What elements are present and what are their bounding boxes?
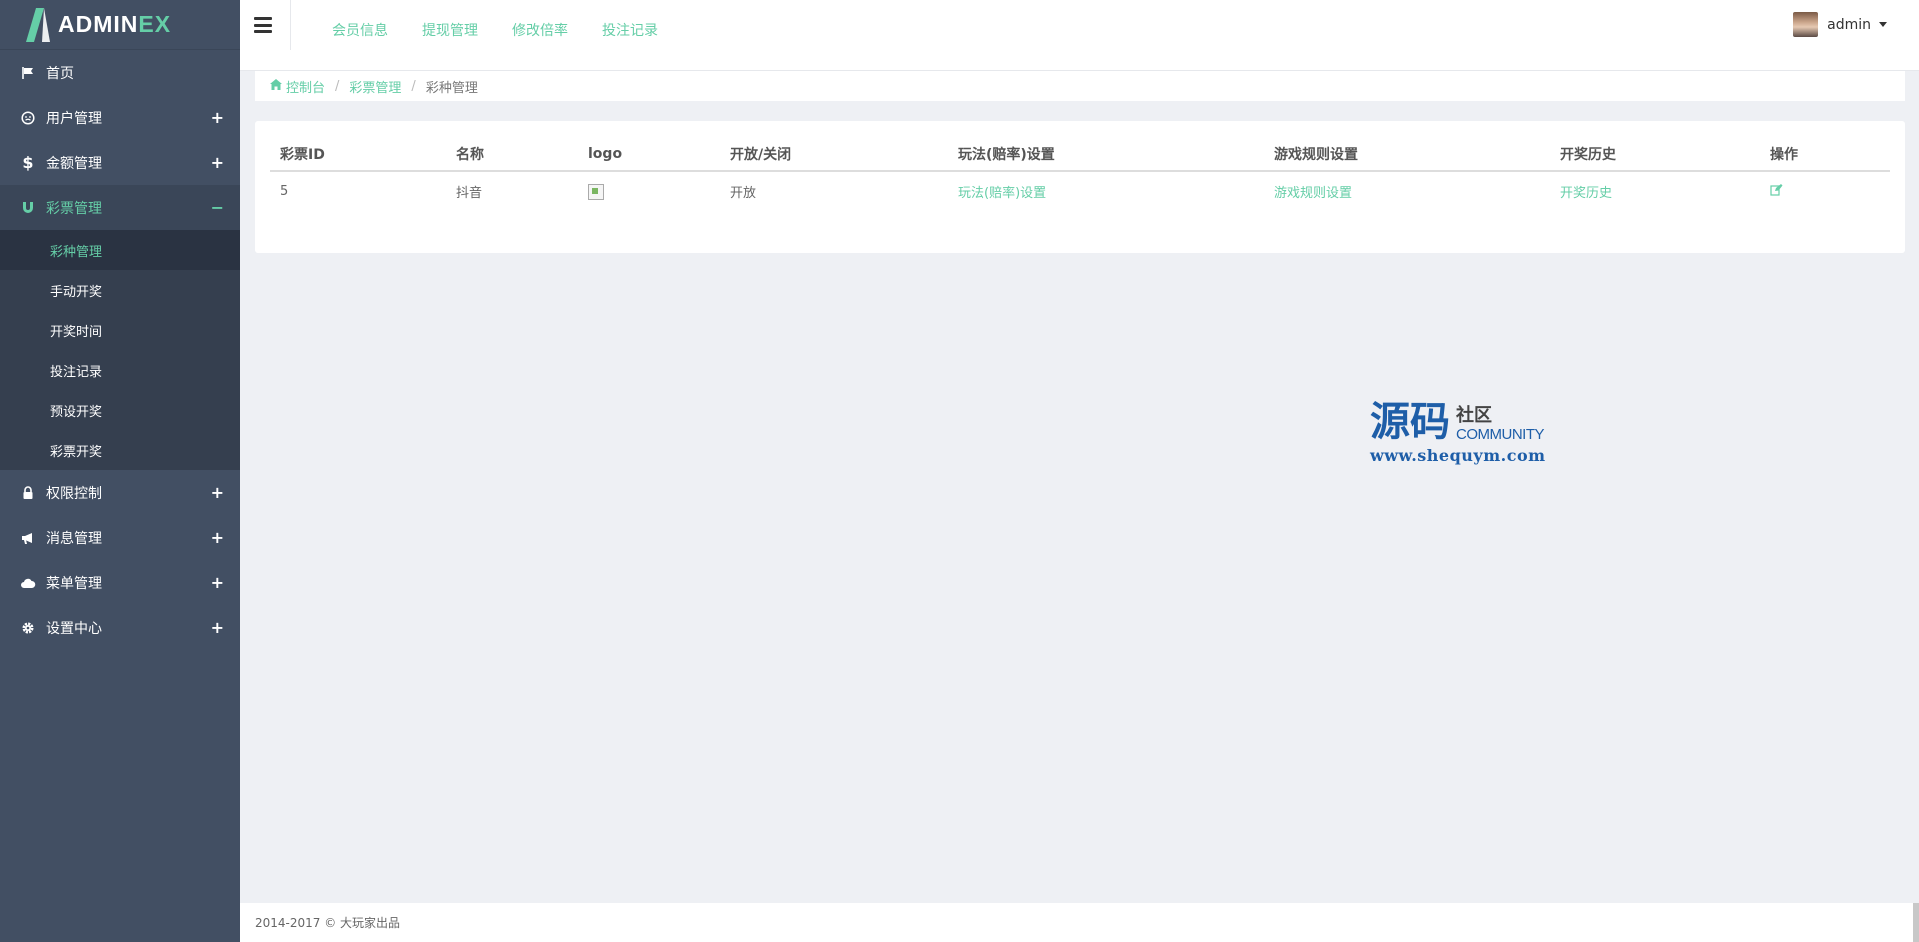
sidebar: ADMINEX 首页 用户管理 + $ 金额管理 + 彩票管理 − 彩种管理 手… [0, 0, 240, 942]
top-menu: 会员信息 提现管理 修改倍率 投注记录 [332, 20, 658, 40]
sidebar-item-lottery[interactable]: 彩票管理 − [0, 185, 240, 230]
cell-id: 5 [280, 184, 289, 199]
column-header-history: 开奖历史 [1550, 137, 1760, 172]
watermark-community: COMMUNITY [1456, 426, 1545, 443]
sidebar-item-users[interactable]: 用户管理 + [0, 95, 240, 140]
submenu-item-lottery-types[interactable]: 彩种管理 [0, 230, 240, 270]
top-header: 会员信息 提现管理 修改倍率 投注记录 admin [240, 0, 1919, 71]
broken-image-icon [588, 183, 604, 200]
bullhorn-icon [20, 530, 36, 546]
footer: 2014-2017 © 大玩家出品 [240, 903, 1919, 942]
scrollbar[interactable] [1913, 903, 1919, 942]
edit-icon[interactable] [1770, 184, 1783, 200]
cell-logo [578, 171, 720, 211]
user-menu[interactable]: admin [1793, 12, 1887, 37]
column-header-logo: logo [578, 137, 720, 172]
cell-status: 开放 [730, 186, 757, 201]
expand-icon: + [210, 108, 224, 127]
sidebar-item-messages[interactable]: 消息管理 + [0, 515, 240, 560]
sidebar-item-menus[interactable]: 菜单管理 + [0, 560, 240, 605]
expand-icon: + [210, 573, 224, 592]
breadcrumb-separator: / [335, 78, 340, 94]
breadcrumb-current: 彩种管理 [425, 80, 478, 96]
lock-icon [20, 485, 36, 501]
watermark-small-text: 社区 [1456, 405, 1492, 426]
lottery-table: 彩票ID 名称 logo 开放/关闭 玩法(赔率)设置 游戏规则设置 开奖历史 … [270, 137, 1890, 211]
odds-settings-link[interactable]: 玩法(赔率)设置 [958, 186, 1046, 201]
submenu-item-bet-records[interactable]: 投注记录 [0, 350, 240, 390]
header-divider [290, 0, 291, 50]
submenu-item-draw-time[interactable]: 开奖时间 [0, 310, 240, 350]
cell-rules: 游戏规则设置 [1264, 171, 1550, 211]
column-header-id: 彩票ID [270, 137, 446, 172]
expand-icon: + [210, 153, 224, 172]
top-menu-bet-records[interactable]: 投注记录 [602, 20, 658, 40]
lottery-table-panel: 彩票ID 名称 logo 开放/关闭 玩法(赔率)设置 游戏规则设置 开奖历史 … [255, 121, 1905, 253]
column-header-odds: 玩法(赔率)设置 [948, 137, 1264, 172]
table-header-row: 彩票ID 名称 logo 开放/关闭 玩法(赔率)设置 游戏规则设置 开奖历史 … [270, 137, 1890, 172]
watermark-url: www.shequym.com [1370, 446, 1546, 465]
breadcrumb-section[interactable]: 彩票管理 [349, 77, 401, 96]
breadcrumb-separator: / [411, 78, 416, 94]
cell-name: 抖音 [456, 186, 483, 201]
column-header-name: 名称 [446, 137, 578, 172]
sidebar-item-settings[interactable]: 设置中心 + [0, 605, 240, 650]
chevron-down-icon [1879, 22, 1887, 27]
rules-settings-link[interactable]: 游戏规则设置 [1274, 186, 1352, 201]
sidebar-nav: 首页 用户管理 + $ 金额管理 + 彩票管理 − [0, 50, 240, 230]
submenu-item-lottery-draw[interactable]: 彩票开奖 [0, 430, 240, 470]
table-row: 5 抖音 开放 玩法(赔率)设置 游戏规则设置 开奖历史 [270, 171, 1890, 211]
breadcrumb-home[interactable]: 控制台 [286, 77, 325, 96]
draw-history-link[interactable]: 开奖历史 [1560, 186, 1612, 201]
top-menu-withdraw[interactable]: 提现管理 [422, 20, 478, 40]
gear-icon [20, 620, 36, 636]
brand-name: ADMINEX [58, 11, 172, 37]
column-header-status: 开放/关闭 [720, 137, 948, 172]
sidebar-item-home[interactable]: 首页 [0, 50, 240, 95]
home-icon [270, 79, 282, 93]
user-name: admin [1827, 16, 1871, 33]
cloud-icon [20, 575, 36, 591]
dollar-icon: $ [22, 153, 34, 172]
sidebar-item-money[interactable]: $ 金额管理 + [0, 140, 240, 185]
magnet-icon [20, 200, 36, 216]
top-menu-change-rate[interactable]: 修改倍率 [512, 20, 568, 40]
watermark: 源码 社区 COMMUNITY www.shequym.com [1370, 398, 1590, 466]
expand-icon: + [210, 528, 224, 547]
watermark-big-text: 源码 [1370, 398, 1450, 445]
flag-icon [20, 65, 36, 81]
column-header-actions: 操作 [1760, 137, 1890, 172]
sidebar-item-permissions[interactable]: 权限控制 + [0, 470, 240, 515]
sidebar-nav-lower: 权限控制 + 消息管理 + 菜单管理 + 设置中心 + [0, 470, 240, 650]
logo[interactable]: ADMINEX [0, 0, 240, 50]
cell-odds: 玩法(赔率)设置 [948, 171, 1264, 211]
avatar [1793, 12, 1819, 37]
hamburger-menu-icon[interactable] [254, 17, 272, 33]
lottery-submenu: 彩种管理 手动开奖 开奖时间 投注记录 预设开奖 彩票开奖 [0, 230, 240, 470]
logo-icon [26, 7, 50, 42]
footer-copyright: 2014-2017 © 大玩家出品 [255, 916, 401, 930]
collapse-icon: − [210, 198, 224, 217]
expand-icon: + [210, 483, 224, 502]
submenu-item-preset-draw[interactable]: 预设开奖 [0, 390, 240, 430]
cell-actions [1760, 171, 1890, 211]
breadcrumb: 控制台 / 彩票管理 / 彩种管理 [255, 71, 1905, 101]
column-header-rules: 游戏规则设置 [1264, 137, 1550, 172]
cell-history: 开奖历史 [1550, 171, 1760, 211]
expand-icon: + [210, 618, 224, 637]
smile-icon [20, 110, 36, 126]
top-menu-member-info[interactable]: 会员信息 [332, 20, 388, 40]
submenu-item-manual-draw[interactable]: 手动开奖 [0, 270, 240, 310]
